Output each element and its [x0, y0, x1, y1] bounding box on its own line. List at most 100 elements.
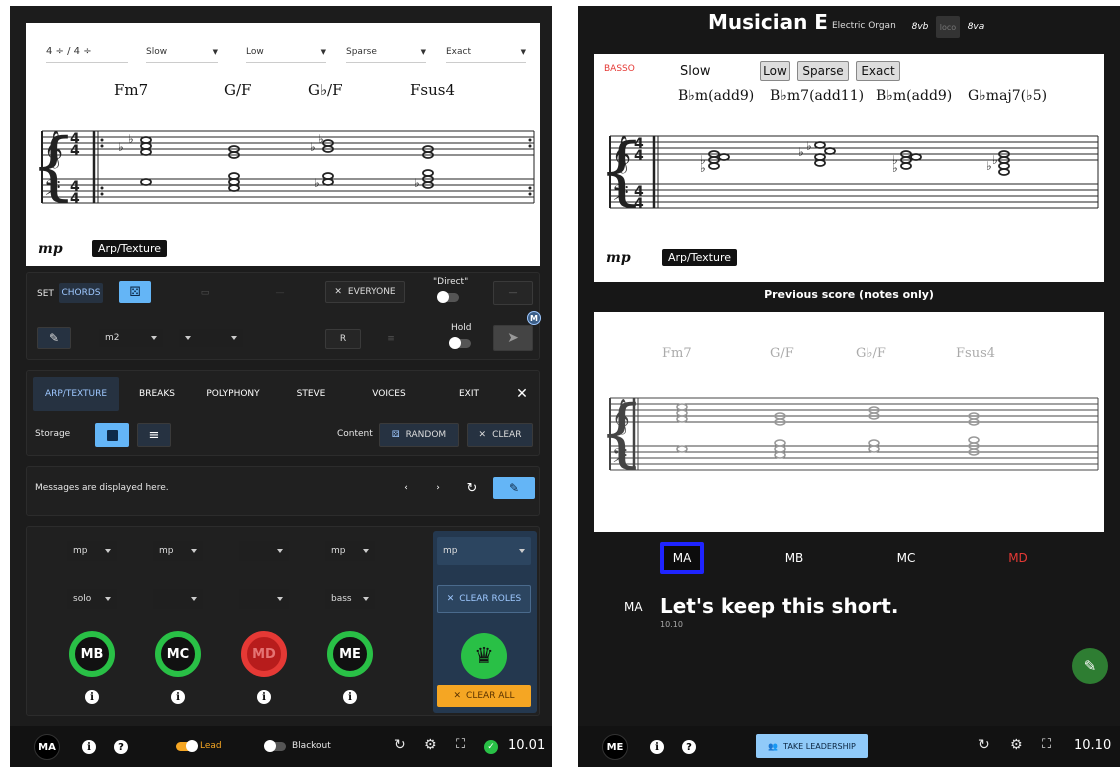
- take-leadership-button[interactable]: 👥 TAKE LEADERSHIP: [756, 734, 868, 758]
- prev-button[interactable]: ‹: [399, 479, 413, 497]
- chord-symbol: G/F: [770, 346, 794, 361]
- help-icon[interactable]: ?: [682, 740, 696, 754]
- save-button[interactable]: [95, 423, 129, 447]
- everyone-button[interactable]: ✕ EVERYONE: [325, 281, 405, 303]
- tab-polyphony[interactable]: POLYPHONY: [199, 377, 267, 411]
- chevron-down-icon: [105, 597, 111, 601]
- refresh-icon[interactable]: ↻: [394, 737, 406, 753]
- refresh-button[interactable]: ↻: [463, 479, 481, 497]
- interpretation-select[interactable]: Exact ▼: [446, 41, 526, 63]
- dynamic-marking: mp: [606, 250, 631, 266]
- tab-breaks[interactable]: BREAKS: [127, 377, 187, 411]
- edit-message-button[interactable]: ✎: [493, 477, 535, 499]
- avatar[interactable]: ME: [602, 734, 628, 760]
- help-icon[interactable]: ?: [114, 740, 128, 754]
- tempo-label: Slow: [680, 64, 711, 79]
- edit-fab[interactable]: ✎: [1072, 648, 1108, 684]
- gear-icon[interactable]: ⚙: [424, 737, 437, 753]
- dyn-select-md[interactable]: [239, 541, 289, 561]
- hold-send-button[interactable]: ➤: [493, 325, 533, 351]
- clear-button[interactable]: ✕ CLEAR: [467, 423, 533, 447]
- tempo-select[interactable]: Slow ▼: [146, 41, 218, 63]
- loco-button[interactable]: loco: [936, 16, 960, 38]
- musician-mb-button[interactable]: MB: [69, 631, 115, 677]
- crown-button[interactable]: ♛: [461, 633, 507, 679]
- clear-all-button[interactable]: ✕ CLEAR ALL: [437, 685, 531, 707]
- storage-list-button[interactable]: ≡: [137, 423, 171, 447]
- role-select-me[interactable]: bass: [325, 589, 375, 609]
- musician-md-button[interactable]: MD: [241, 631, 287, 677]
- lead-toggle[interactable]: [176, 740, 198, 752]
- musician-tab-mc[interactable]: MC: [884, 542, 928, 574]
- avatar[interactable]: MA: [34, 734, 60, 760]
- density-select[interactable]: Sparse ▼: [346, 41, 426, 63]
- messages-text: Messages are displayed here.: [35, 483, 169, 493]
- tab-arp-texture[interactable]: ARP/TEXTURE: [33, 377, 119, 411]
- dyn-select-mb[interactable]: mp: [67, 541, 117, 561]
- disabled-button[interactable]: —: [255, 283, 305, 303]
- chord-symbol: G♭/F: [308, 81, 343, 99]
- role-select-md[interactable]: [239, 589, 289, 609]
- info-icon[interactable]: i: [82, 740, 96, 754]
- chord-symbol: Fsus4: [410, 81, 456, 99]
- hold-toggle[interactable]: [449, 337, 471, 349]
- dice-button[interactable]: ⚄: [119, 281, 151, 303]
- direct-toggle[interactable]: [437, 291, 459, 303]
- musician-tab-mb[interactable]: MB: [772, 542, 816, 574]
- transpose-select[interactable]: [179, 329, 243, 347]
- gear-icon[interactable]: ⚙: [1010, 737, 1023, 753]
- info-icon[interactable]: i: [343, 690, 357, 704]
- meter-select[interactable]: 4 ÷ / 4 ÷: [46, 41, 128, 63]
- next-button[interactable]: ›: [431, 479, 445, 497]
- chevron-down-icon: [363, 549, 369, 553]
- info-icon[interactable]: i: [85, 690, 99, 704]
- chevron-down-icon: [191, 549, 197, 553]
- musician-tab-md[interactable]: MD: [996, 542, 1040, 574]
- close-tabs-button[interactable]: ✕: [509, 377, 535, 411]
- tab-steve[interactable]: STEVE: [285, 377, 337, 411]
- tab-exit[interactable]: EXIT: [447, 377, 491, 411]
- score-sheet: 4 ÷ / 4 ÷ Slow ▼ Low ▼ Sparse ▼ Exact ▼ Fm7 …: [26, 23, 540, 266]
- group-dyn-select[interactable]: mp: [437, 537, 531, 565]
- dyn-select-me[interactable]: mp: [325, 541, 375, 561]
- m-badge: M: [527, 311, 541, 325]
- refresh-icon[interactable]: ↻: [978, 737, 990, 753]
- direct-send-button[interactable]: —: [493, 281, 533, 305]
- random-label: RANDOM: [405, 430, 447, 440]
- random-button[interactable]: ⚄ RANDOM: [379, 423, 459, 447]
- tag-low: Low: [760, 61, 790, 81]
- pencil-button[interactable]: ✎: [37, 327, 71, 349]
- set-label: SET: [37, 289, 54, 299]
- info-icon[interactable]: i: [171, 690, 185, 704]
- fullscreen-icon[interactable]: ⛶: [456, 737, 465, 752]
- hold-label: Hold: [451, 323, 472, 333]
- chevron-down-icon: [185, 336, 191, 340]
- chords-tab[interactable]: CHORDS: [59, 283, 103, 303]
- message-text: Let's keep this short.: [660, 594, 899, 618]
- register-select[interactable]: Low ▼: [246, 41, 326, 63]
- clock: 10.10: [1074, 738, 1112, 753]
- musician-me-button[interactable]: ME: [327, 631, 373, 677]
- interval-select[interactable]: m2: [99, 329, 163, 347]
- fullscreen-icon[interactable]: ⛶: [1042, 737, 1051, 752]
- copy-button[interactable]: ▭: [187, 283, 223, 303]
- tab-voices[interactable]: VOICES: [361, 377, 417, 411]
- musician-tab-ma[interactable]: MA: [660, 542, 704, 574]
- dyn-select-mc[interactable]: mp: [153, 541, 203, 561]
- octave-down-button[interactable]: 8vb: [908, 16, 932, 38]
- blackout-toggle[interactable]: [264, 740, 286, 752]
- tag-sparse: Sparse: [797, 61, 849, 81]
- dyn-value: mp: [443, 546, 458, 556]
- r-button[interactable]: R: [325, 329, 361, 349]
- role-select-mc[interactable]: [153, 589, 203, 609]
- svg-text:𝄢: 𝄢: [612, 181, 629, 211]
- clear-roles-button[interactable]: ✕ CLEAR ROLES: [437, 585, 531, 613]
- list-icon-button[interactable]: ≡: [379, 329, 403, 349]
- info-icon[interactable]: i: [257, 690, 271, 704]
- role-select-mb[interactable]: solo: [67, 589, 117, 609]
- send-icon: ➤: [507, 330, 519, 346]
- register-value: Low: [246, 46, 264, 57]
- info-icon[interactable]: i: [650, 740, 664, 754]
- musician-mc-button[interactable]: MC: [155, 631, 201, 677]
- octave-up-button[interactable]: 8va: [964, 16, 988, 38]
